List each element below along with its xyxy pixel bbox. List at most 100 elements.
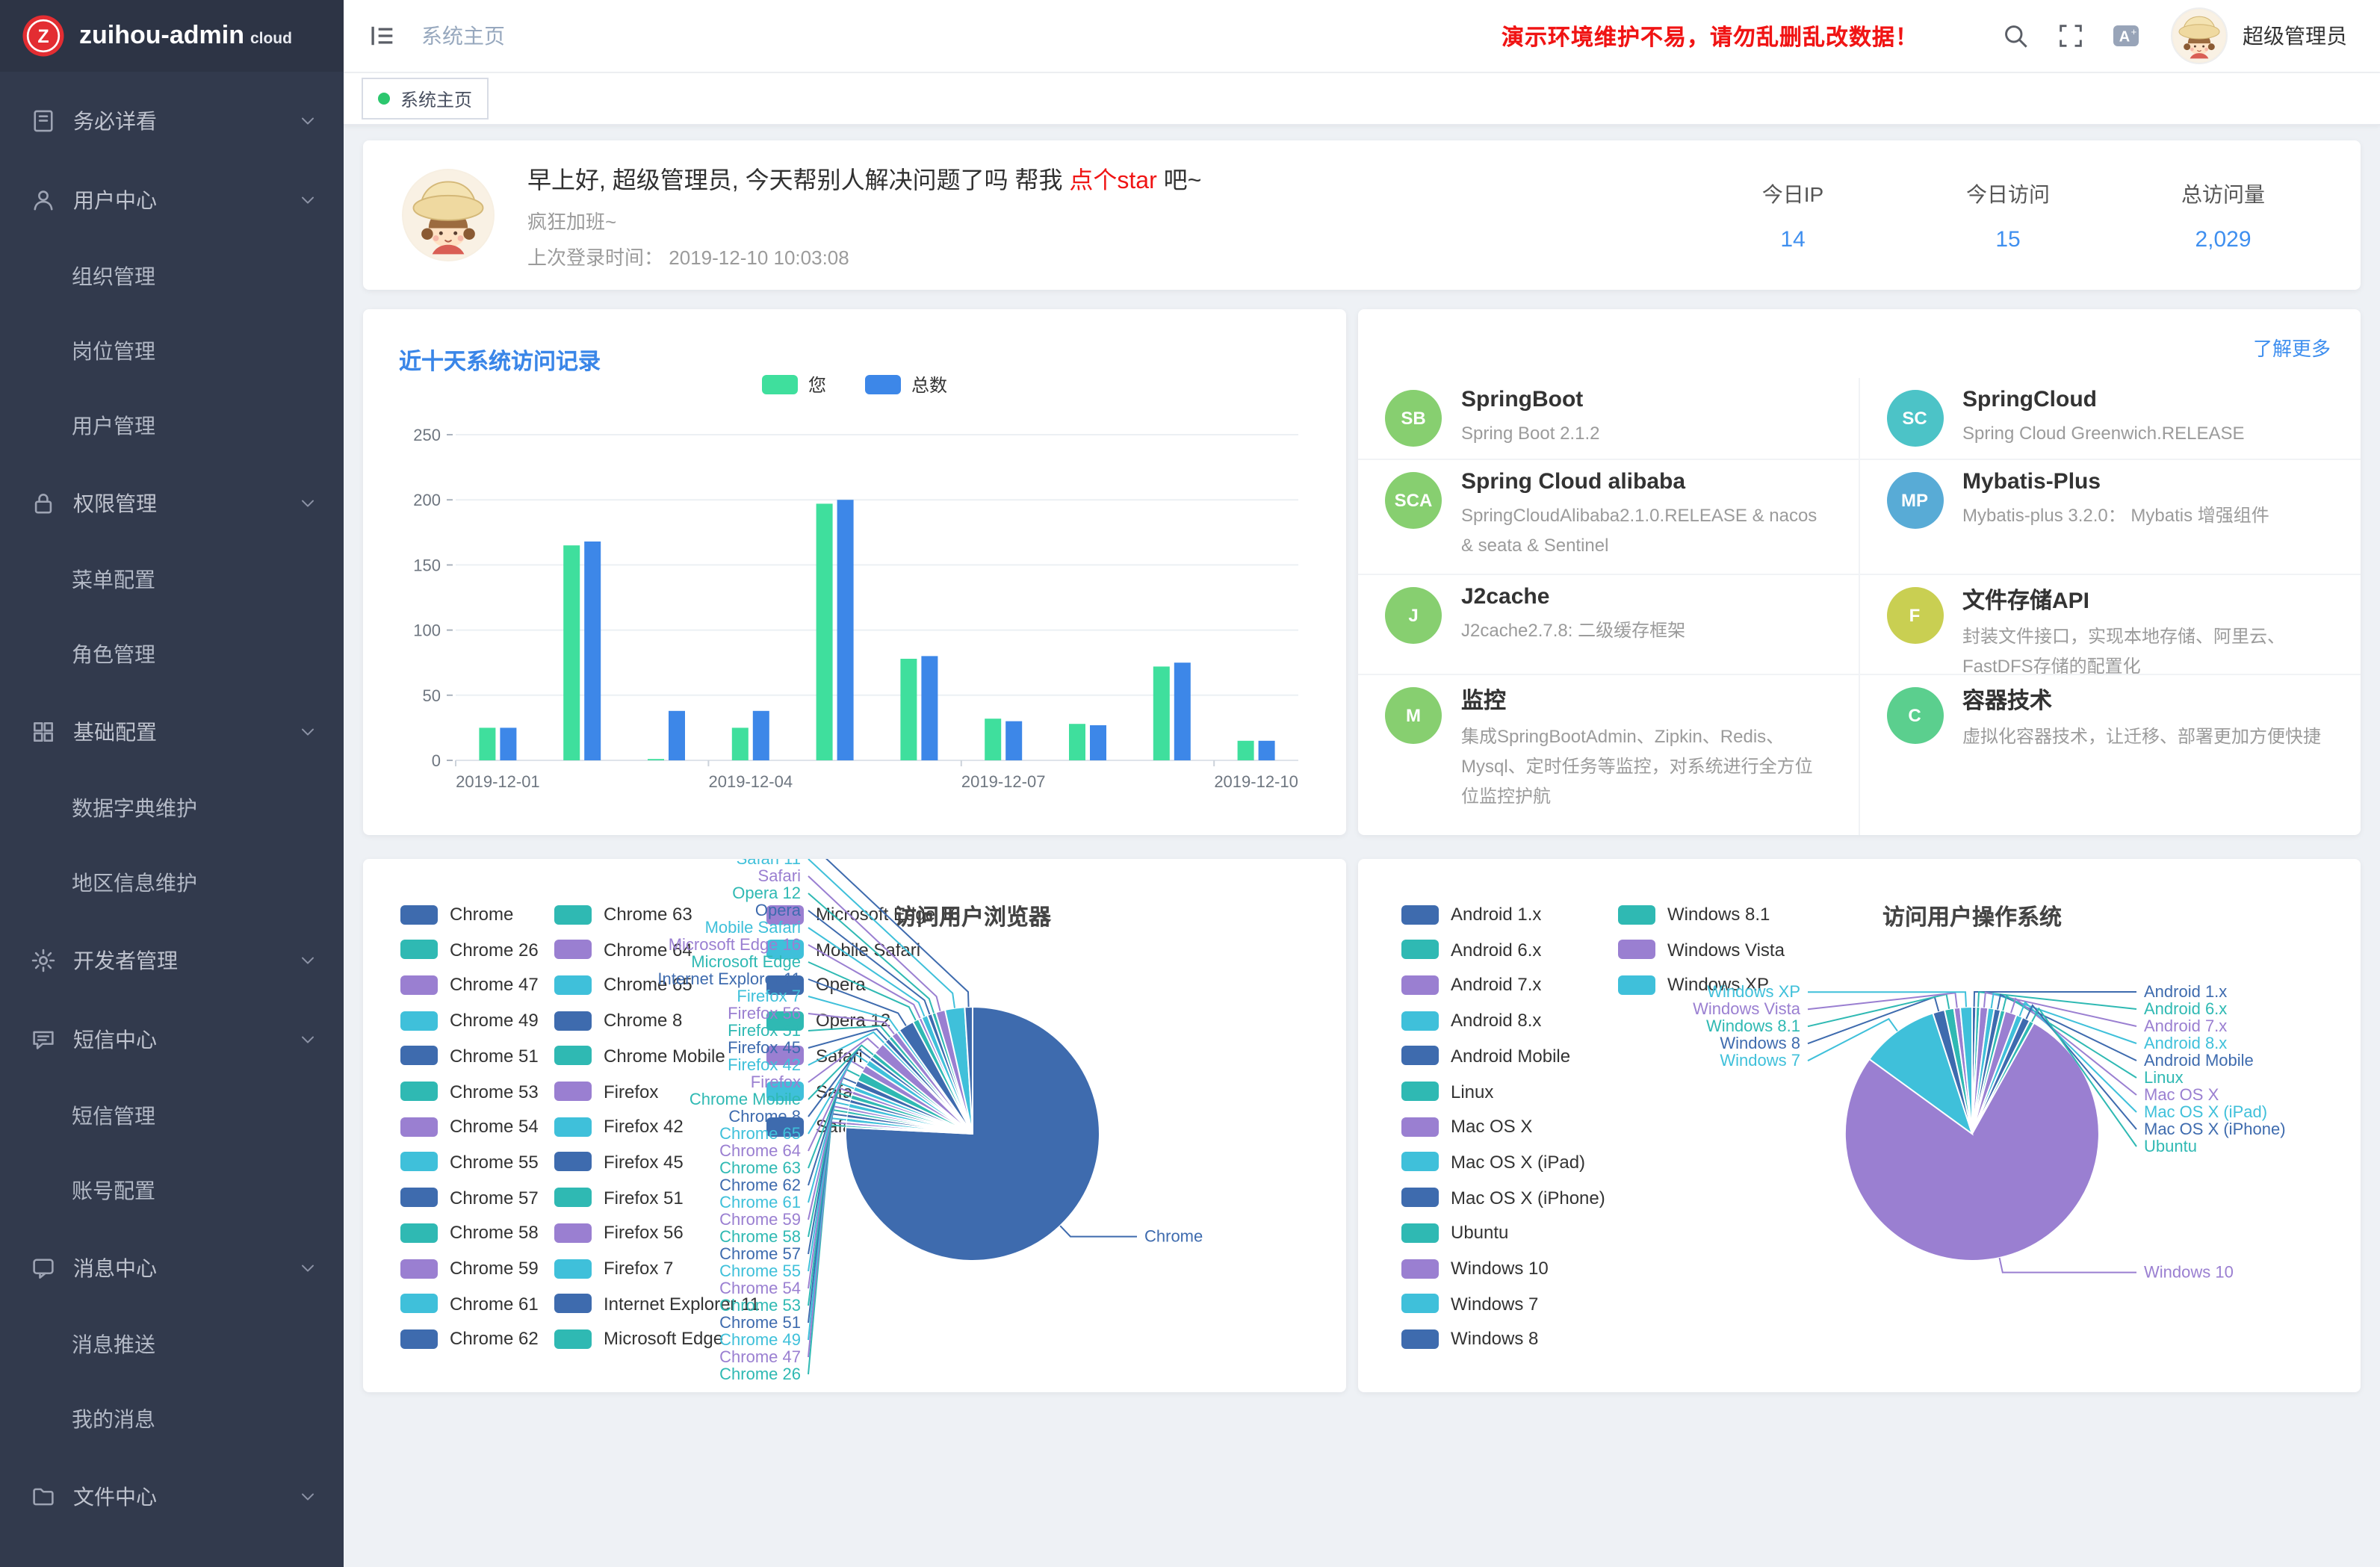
legend-item[interactable]: Mac OS X (iPad) [1401, 1152, 1585, 1173]
sidebar-item-must-read[interactable]: 务必详看 [0, 81, 344, 160]
legend-item[interactable]: Internet Explorer 11 [554, 1293, 760, 1314]
legend-item[interactable]: Chrome 49 [400, 1010, 539, 1031]
legend-item[interactable]: Firefox 7 [554, 1258, 673, 1279]
legend-item[interactable]: Opera [766, 975, 866, 996]
sidebar-item-file-center[interactable]: 文件中心 [0, 1456, 344, 1536]
sidebar-item-post-manage[interactable]: 岗位管理 [0, 314, 344, 388]
tech-item-avatar: SB [1385, 390, 1442, 447]
legend-item[interactable]: Android 8.x [1401, 1010, 1541, 1031]
font-size-icon[interactable]: A+ [2111, 21, 2141, 51]
legend-item[interactable]: Windows 8 [1401, 1329, 1538, 1350]
legend-item[interactable]: Firefox 42 [554, 1116, 684, 1137]
legend-item[interactable]: Firefox 45 [554, 1152, 684, 1173]
collapse-sidebar-icon[interactable] [368, 21, 397, 51]
legend-item[interactable]: Android 7.x [1401, 975, 1541, 996]
star-link[interactable]: 点个star [1069, 169, 1156, 194]
sidebar-item-label: 岗位管理 [72, 336, 155, 366]
legend-item[interactable]: Safari 11 [766, 1081, 886, 1102]
sidebar-item-label: 地区信息维护 [72, 868, 197, 898]
tech-item-body: 容器技术 虚拟化容器技术，让迁移、部署更加方便快捷 [1962, 681, 2330, 835]
legend-item[interactable]: Windows 10 [1401, 1258, 1549, 1279]
tech-item-desc: 虚拟化容器技术，让迁移、部署更加方便快捷 [1962, 723, 2330, 753]
legend-item[interactable]: Chrome 53 [400, 1081, 539, 1102]
legend-item[interactable]: Chrome 57 [400, 1187, 539, 1208]
sidebar-item-message-push[interactable]: 消息推送 [0, 1307, 344, 1382]
svg-text:100: 100 [413, 621, 441, 640]
tech-item-desc: 封装文件接口，实现本地存储、阿里云、FastDFS存储的配置化 [1962, 623, 2334, 675]
learn-more-link[interactable]: 了解更多 [2253, 333, 2331, 362]
legend-item[interactable]: Chrome 26 [400, 939, 539, 960]
legend-item[interactable]: Chrome 61 [400, 1293, 539, 1314]
legend-item[interactable]: Opera 12 [766, 1010, 890, 1031]
legend-item[interactable]: Chrome 51 [400, 1046, 539, 1067]
stats: 今日IP 14 今日访问 15 总访问量 2,029 [1748, 179, 2322, 252]
legend-item[interactable]: Android 1.x [1401, 904, 1541, 925]
legend-item[interactable]: Windows XP [1618, 975, 1769, 996]
sidebar-item-developer-manage[interactable]: 开发者管理 [0, 920, 344, 999]
sidebar-item-sms-center[interactable]: 短信中心 [0, 999, 344, 1079]
legend-item[interactable]: 总数 [865, 372, 947, 397]
svg-text:2019-12-04: 2019-12-04 [709, 772, 793, 791]
legend-item[interactable]: Firefox 56 [554, 1223, 684, 1244]
sidebar-item-role-manage[interactable]: 角色管理 [0, 617, 344, 692]
sidebar-item-sms-manage[interactable]: 短信管理 [0, 1079, 344, 1153]
user-menu[interactable]: 超级管理员 [2171, 7, 2347, 64]
stat-value: 15 [1963, 226, 2053, 252]
legend-item[interactable]: Chrome Mobile [554, 1046, 725, 1067]
legend-item[interactable]: Chrome 8 [554, 1010, 682, 1031]
sidebar-item-user-center[interactable]: 用户中心 [0, 160, 344, 239]
sidebar-item-label: 消息推送 [72, 1329, 155, 1359]
legend-item[interactable]: Safari [766, 1046, 863, 1067]
tab-system-home[interactable]: 系统主页 [362, 78, 489, 120]
tech-item-title: SpringBoot [1461, 387, 1608, 412]
svg-text:2019-12-10: 2019-12-10 [1214, 772, 1298, 791]
sidebar-item-menu-config[interactable]: 菜单配置 [0, 542, 344, 617]
sidebar-item-account-config[interactable]: 账号配置 [0, 1153, 344, 1228]
legend-item[interactable]: Firefox [554, 1081, 658, 1102]
sidebar-item-dict-maintain[interactable]: 数据字典维护 [0, 771, 344, 845]
fullscreen-icon[interactable] [2056, 21, 2086, 51]
legend-item[interactable]: Chrome 47 [400, 975, 539, 996]
legend-item[interactable]: Android Mobile [1401, 1046, 1570, 1067]
legend-item[interactable]: Microsoft Edge [554, 1329, 723, 1350]
user-avatar [2171, 7, 2228, 64]
sidebar-item-my-message[interactable]: 我的消息 [0, 1382, 344, 1456]
sidebar-item-base-config[interactable]: 基础配置 [0, 692, 344, 771]
legend-item[interactable]: Chrome 58 [400, 1223, 539, 1244]
sidebar-item-label: 开发者管理 [73, 945, 178, 975]
sidebar-item-user-manage[interactable]: 用户管理 [0, 388, 344, 463]
legend-item[interactable]: Ubuntu [1401, 1223, 1508, 1244]
sidebar-item-org-manage[interactable]: 组织管理 [0, 239, 344, 314]
sidebar-menu: 务必详看 用户中心 组织管理 岗位管理 用户管理 权限管理 菜单配置 角色管理 … [0, 72, 344, 1536]
legend-item[interactable]: Chrome 62 [400, 1329, 539, 1350]
svg-text:Z: Z [37, 26, 49, 47]
sidebar-item-message-center[interactable]: 消息中心 [0, 1228, 344, 1307]
sidebar-item-auth-manage[interactable]: 权限管理 [0, 463, 344, 542]
legend-item[interactable]: Windows Vista [1618, 939, 1785, 960]
tech-item-1: SC SpringCloud Spring Cloud Greenwich.RE… [1859, 378, 2361, 460]
legend-item[interactable]: Firefox 51 [554, 1187, 684, 1208]
header: 系统主页 演示环境维护不易，请勿乱删乱改数据！ A+ 超级管理员 [344, 0, 2380, 73]
sidebar-item-label: 菜单配置 [72, 565, 155, 595]
legend-item[interactable]: Chrome 64 [554, 939, 692, 960]
legend-item[interactable]: Chrome 55 [400, 1152, 539, 1173]
logo[interactable]: Z zuihou-admincloud [0, 0, 344, 72]
legend-item[interactable]: Mobile Safari [766, 939, 920, 960]
legend-item[interactable]: Chrome 65 [554, 975, 692, 996]
legend-item[interactable]: Mac OS X [1401, 1116, 1532, 1137]
legend-item[interactable]: Linux [1401, 1081, 1493, 1102]
legend-item[interactable]: Chrome 63 [554, 904, 692, 925]
legend-item[interactable]: Chrome 54 [400, 1116, 539, 1137]
legend-item[interactable]: Android 6.x [1401, 939, 1541, 960]
legend-item[interactable]: 您 [762, 372, 826, 397]
chevron-down-icon [299, 1030, 317, 1048]
legend-item[interactable]: Windows 7 [1401, 1293, 1538, 1314]
legend-item[interactable]: Mac OS X (iPhone) [1401, 1187, 1605, 1208]
legend-item[interactable]: Windows 8.1 [1618, 904, 1770, 925]
sidebar-item-area-maintain[interactable]: 地区信息维护 [0, 845, 344, 920]
legend-item[interactable]: Safari 9 [766, 1116, 878, 1137]
search-icon[interactable] [2001, 21, 2030, 51]
breadcrumb[interactable]: 系统主页 [421, 21, 505, 51]
legend-item[interactable]: Chrome [400, 904, 513, 925]
legend-item[interactable]: Chrome 59 [400, 1258, 539, 1279]
